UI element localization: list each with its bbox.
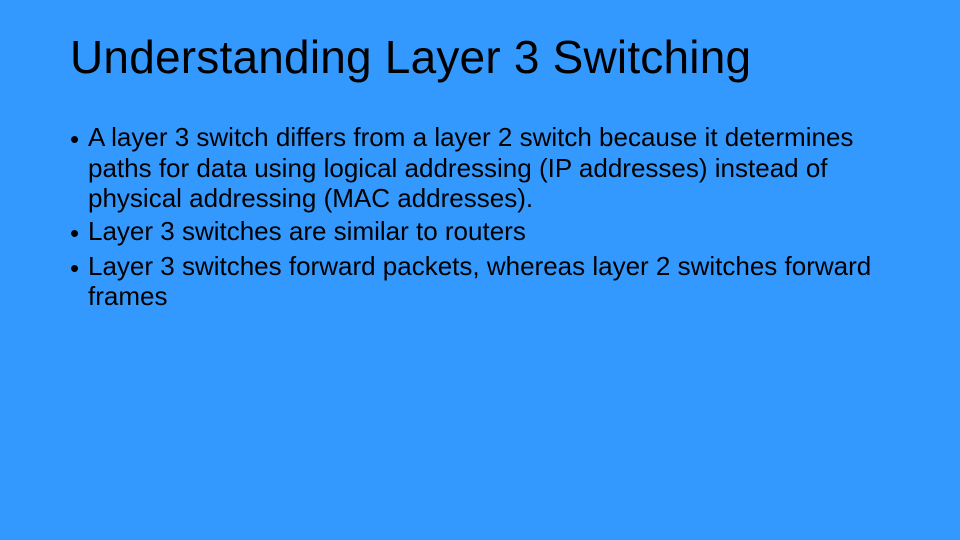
list-item: • Layer 3 switches are similar to router… <box>70 216 890 249</box>
list-item: • A layer 3 switch differs from a layer … <box>70 122 890 214</box>
bullet-dot: • <box>70 122 88 155</box>
bullet-dot: • <box>70 251 88 284</box>
list-item: • Layer 3 switches forward packets, wher… <box>70 251 890 312</box>
bullet-text: A layer 3 switch differs from a layer 2 … <box>88 122 890 214</box>
bullet-dot: • <box>70 216 88 249</box>
slide: Understanding Layer 3 Switching • A laye… <box>0 0 960 540</box>
slide-body: • A layer 3 switch differs from a layer … <box>70 122 890 312</box>
slide-title: Understanding Layer 3 Switching <box>70 30 890 84</box>
bullet-text: Layer 3 switches are similar to routers <box>88 216 890 247</box>
bullet-text: Layer 3 switches forward packets, wherea… <box>88 251 890 312</box>
